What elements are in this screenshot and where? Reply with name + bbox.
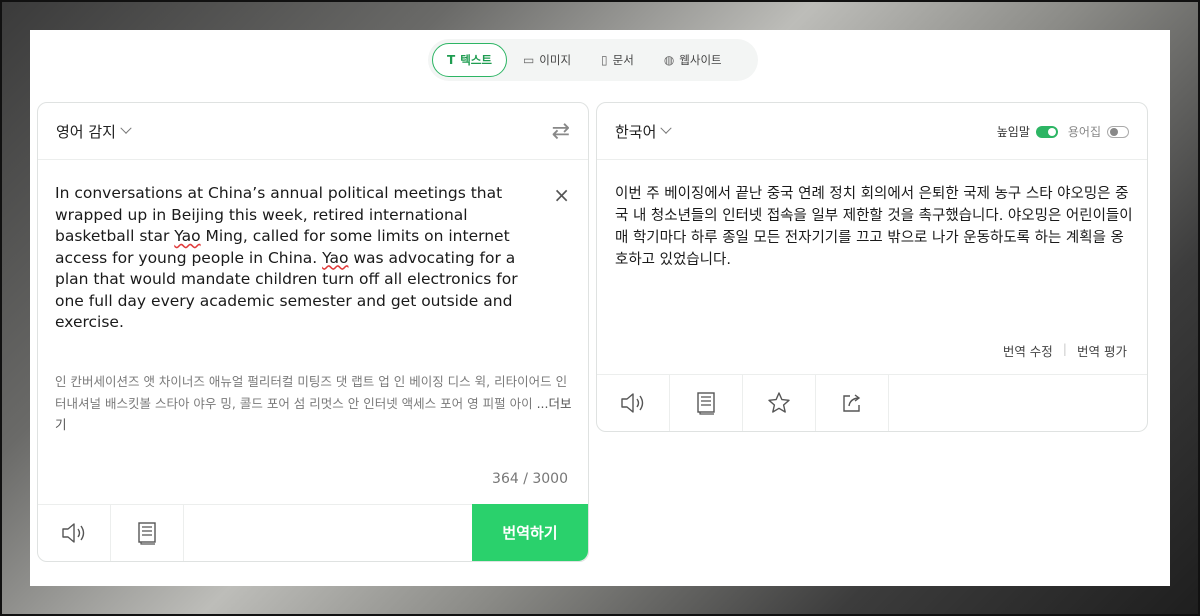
translation-actions: 번역 수정 | 번역 평가 <box>1003 341 1127 360</box>
listen-source-button[interactable] <box>38 505 111 561</box>
pronunciation-text: 인 칸버세이션즈 앳 차이너즈 애뉴얼 펄리터컬 미팅즈 댓 랩트 업 인 베이… <box>55 371 575 436</box>
pronunciation-content: 인 칸버세이션즈 앳 차이너즈 애뉴얼 펄리터컬 미팅즈 댓 랩트 업 인 베이… <box>55 374 568 411</box>
tab-website-label: 웹사이트 <box>679 53 722 67</box>
clear-text-icon[interactable]: × <box>553 183 570 207</box>
tab-text[interactable]: T 텍스트 <box>432 43 507 77</box>
dictionary-button[interactable] <box>111 505 184 561</box>
source-language-select[interactable]: 영어 감지 <box>56 121 132 142</box>
target-header: 한국어 높임말 용어집 <box>597 103 1147 160</box>
star-icon <box>768 392 790 413</box>
share-button[interactable] <box>816 375 889 431</box>
book-icon <box>697 392 715 415</box>
chevron-down-icon <box>660 122 673 134</box>
favorite-button[interactable] <box>743 375 816 431</box>
translate-button[interactable]: 번역하기 <box>472 504 588 561</box>
book-icon <box>138 522 156 545</box>
target-footer <box>597 374 1147 431</box>
chevron-down-icon <box>120 122 132 134</box>
divider: | <box>1062 341 1068 356</box>
rate-translation-link[interactable]: 번역 평가 <box>1077 341 1127 360</box>
speaker-icon <box>621 393 644 413</box>
character-counter: 364 / 3000 <box>492 471 568 487</box>
source-text-input[interactable]: In conversations at China’s annual polit… <box>55 183 545 334</box>
honorific-label: 높임말 <box>996 125 1030 139</box>
mode-tabs: T 텍스트 ▭ 이미지 ▯ 문서 ◍ 웹사이트 <box>428 39 758 81</box>
spellcheck-word: Yao <box>322 248 349 267</box>
target-language-select[interactable]: 한국어 <box>615 121 673 142</box>
glossary-toggle[interactable]: 용어집 <box>1068 123 1129 140</box>
document-icon: ▯ <box>601 53 608 67</box>
image-icon: ▭ <box>522 53 535 67</box>
translated-text: 이번 주 베이징에서 끝난 중국 연례 정치 회의에서 은퇴한 국제 농구 스타… <box>615 186 1133 268</box>
tab-website[interactable]: ◍ 웹사이트 <box>650 43 736 77</box>
source-language-label: 영어 감지 <box>56 122 116 141</box>
source-panel: 영어 감지 ⇄ In conversations at China’s annu… <box>37 102 589 562</box>
tab-image-label: 이미지 <box>539 53 572 67</box>
tab-document-label: 문서 <box>612 53 634 67</box>
honorific-switch <box>1035 125 1058 138</box>
listen-target-button[interactable] <box>597 375 670 431</box>
tab-text-label: 텍스트 <box>460 53 492 67</box>
glossary-label: 용어집 <box>1067 125 1101 139</box>
tab-image[interactable]: ▭ 이미지 <box>509 43 585 77</box>
tab-document[interactable]: ▯ 문서 <box>587 43 648 77</box>
target-dictionary-button[interactable] <box>670 375 743 431</box>
translator-page: T 텍스트 ▭ 이미지 ▯ 문서 ◍ 웹사이트 영어 감지 ⇄ In conve… <box>30 30 1170 586</box>
source-header: 영어 감지 ⇄ <box>38 103 588 160</box>
edit-translation-link[interactable]: 번역 수정 <box>1003 341 1053 360</box>
share-icon <box>843 394 861 412</box>
speaker-icon <box>62 523 85 543</box>
globe-icon: ◍ <box>663 53 675 67</box>
swap-languages-icon[interactable]: ⇄ <box>552 119 570 144</box>
target-language-label: 한국어 <box>615 122 657 141</box>
spellcheck-word: Yao <box>174 227 201 245</box>
target-panel: 한국어 높임말 용어집 이번 주 베이징에서 끝난 중국 연례 정치 회의에서 … <box>596 102 1148 432</box>
text-icon: T <box>447 53 456 67</box>
glossary-switch <box>1107 125 1129 138</box>
honorific-toggle[interactable]: 높임말 <box>997 123 1058 140</box>
target-options: 높임말 용어집 <box>997 123 1129 140</box>
